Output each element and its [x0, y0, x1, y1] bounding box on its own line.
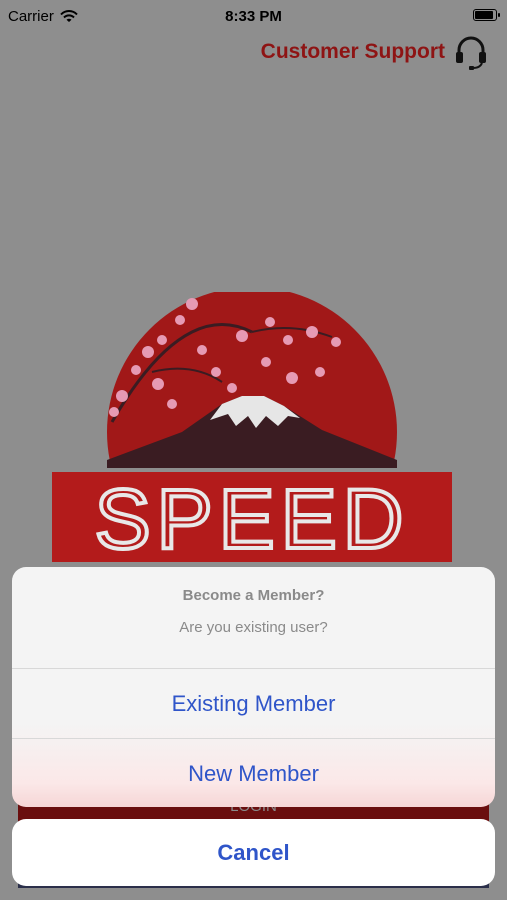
customer-support-label: Customer Support: [260, 40, 445, 63]
cancel-button[interactable]: Cancel: [12, 819, 495, 886]
headset-icon: [456, 36, 486, 70]
status-bar: Carrier 8:33 PM: [0, 0, 507, 32]
action-sheet-title: Become a Member?: [182, 587, 325, 604]
customer-support-button[interactable]: Customer Support: [261, 34, 489, 70]
battery-icon: [473, 9, 500, 21]
logo-wordmark: SPEED: [95, 472, 410, 562]
member-action-sheet: Become a Member? Are you existing user? …: [12, 567, 495, 807]
speed-logo: SPEED: [52, 292, 452, 562]
action-sheet-header: Become a Member? Are you existing user?: [12, 567, 495, 669]
action-sheet-message: Are you existing user?: [179, 619, 328, 636]
new-member-button[interactable]: New Member: [12, 738, 495, 807]
existing-member-button[interactable]: Existing Member: [12, 669, 495, 738]
clock: 8:33 PM: [225, 8, 282, 25]
